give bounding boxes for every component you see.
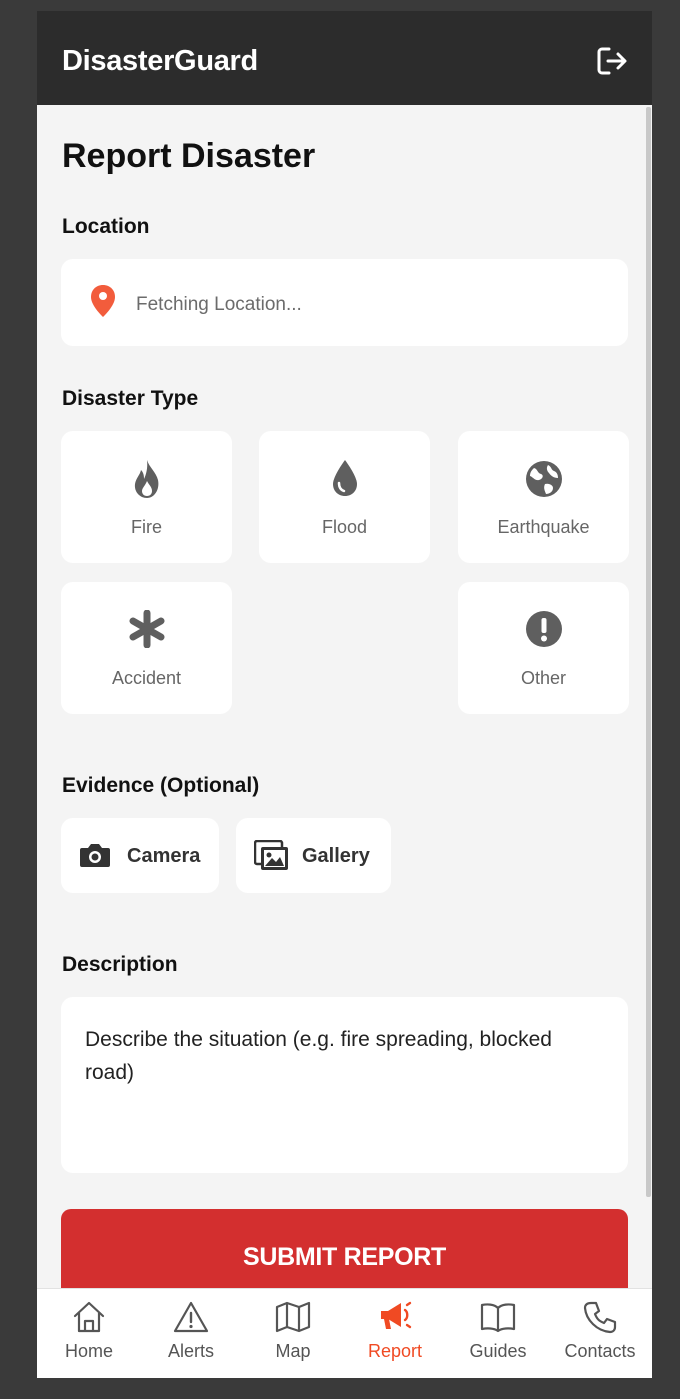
app-header: DisasterGuard: [37, 11, 652, 105]
disaster-type-accident[interactable]: Accident: [61, 582, 232, 714]
disaster-type-flood[interactable]: Flood: [259, 431, 430, 563]
location-status: Fetching Location...: [136, 294, 302, 315]
disaster-type-fire[interactable]: Fire: [61, 431, 232, 563]
evidence-label: Evidence (Optional): [62, 774, 260, 797]
globe-icon: [525, 461, 562, 497]
nav-item-alerts[interactable]: Alerts: [140, 1289, 242, 1378]
nav-label-guides: Guides: [469, 1341, 527, 1361]
book-icon: [480, 1303, 516, 1333]
camera-icon: [80, 844, 110, 867]
app-title: DisasterGuard: [62, 45, 258, 77]
disaster-type-earthquake[interactable]: Earthquake: [458, 431, 629, 563]
disaster-type-label-accident: Accident: [111, 668, 182, 688]
page-title: Report Disaster: [62, 137, 316, 175]
exclamation-icon: [525, 611, 562, 647]
map-icon: [275, 1301, 311, 1333]
disaster-type-label-fire: Fire: [131, 517, 162, 537]
description-placeholder: Describe the situation (e.g. fire spread…: [85, 1028, 552, 1084]
nav-label-home: Home: [64, 1341, 113, 1361]
app-frame: DisasterGuard Report Disaster Location F…: [37, 11, 652, 1378]
location-label: Location: [62, 215, 150, 238]
disaster-type-label-other: Other: [520, 668, 567, 688]
logout-icon: [597, 47, 627, 75]
nav-item-contacts[interactable]: Contacts: [549, 1289, 651, 1378]
water-drop-icon: [332, 460, 357, 496]
map-pin-icon: [91, 285, 115, 317]
megaphone-icon: [381, 1301, 412, 1329]
description-label: Description: [62, 953, 178, 976]
gallery-label: Gallery: [302, 845, 370, 867]
description-input[interactable]: Describe the situation (e.g. fire spread…: [61, 997, 628, 1173]
nav-item-report[interactable]: Report: [344, 1289, 446, 1378]
disaster-type-other[interactable]: Other: [458, 582, 629, 714]
phone-icon: [583, 1301, 617, 1334]
nav-item-guides[interactable]: Guides: [447, 1289, 549, 1378]
logout-button[interactable]: [596, 45, 630, 77]
submit-report-button[interactable]: SUBMIT REPORT: [61, 1209, 628, 1299]
nav-label-contacts: Contacts: [564, 1341, 636, 1361]
disaster-type-label-flood: Flood: [321, 517, 368, 537]
nav-item-home[interactable]: Home: [38, 1289, 140, 1378]
alert-triangle-icon: [173, 1301, 209, 1333]
asterisk-icon: [129, 610, 164, 648]
nav-label-alerts: Alerts: [167, 1341, 214, 1361]
nav-label-map: Map: [275, 1341, 311, 1361]
disaster-type-label: Disaster Type: [62, 387, 199, 410]
fire-icon: [134, 460, 158, 498]
disaster-type-label-earthquake: Earthquake: [497, 517, 590, 537]
home-icon: [73, 1301, 105, 1333]
submit-report-label: SUBMIT REPORT: [242, 1243, 447, 1271]
nav-item-map[interactable]: Map: [242, 1289, 344, 1378]
bottom-nav: Home Alerts Map Report Guides Contacts: [37, 1288, 652, 1378]
scrollbar[interactable]: [646, 107, 651, 1197]
camera-label: Camera: [127, 845, 201, 867]
camera-button[interactable]: Camera: [61, 818, 219, 893]
nav-label-report: Report: [367, 1341, 423, 1361]
gallery-button[interactable]: Gallery: [236, 818, 391, 893]
gallery-icon: [254, 840, 288, 870]
